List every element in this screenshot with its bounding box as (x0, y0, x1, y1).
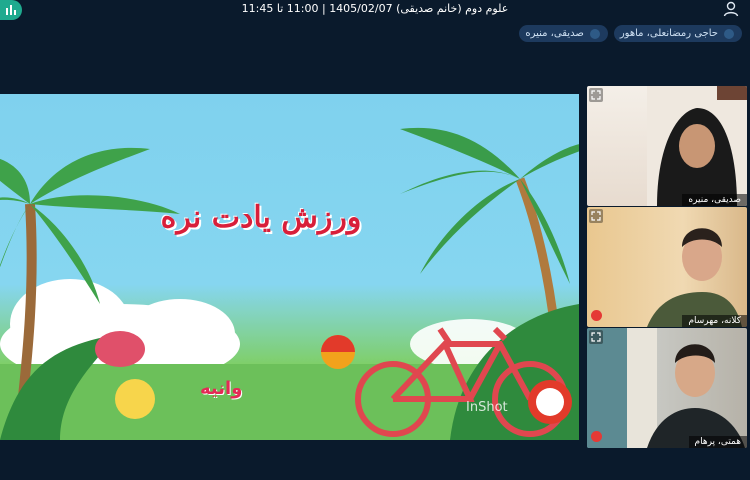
participant-chip-label: صدیقی، منیره (525, 28, 584, 39)
mic-off-icon (591, 431, 602, 442)
expand-icon[interactable] (589, 209, 603, 223)
participant-chip[interactable]: صدیقی، منیره (519, 25, 608, 42)
expand-icon[interactable] (589, 88, 603, 102)
avatar-dot (724, 28, 734, 39)
expand-icon[interactable] (589, 330, 603, 344)
user-icon[interactable] (722, 0, 740, 18)
participant-chips: حاجی رمضانعلی، ماهور صدیقی، منیره (519, 25, 742, 42)
top-bar: علوم دوم (خانم صدیقی) 1405/02/07 | 11:00… (0, 0, 750, 20)
participant-chip-label: حاجی رمضانعلی، ماهور (619, 28, 718, 39)
video-tile[interactable]: کلانه، مهرسام (587, 207, 747, 327)
mic-off-icon (591, 310, 602, 321)
watermark: InShot (466, 400, 508, 415)
banner-text: ورزش یادت نره (160, 200, 362, 235)
session-title: علوم دوم (خانم صدیقی) 1405/02/07 | 11:00… (241, 2, 509, 15)
participant-name: صدیقی، منیره (682, 194, 747, 206)
shared-screen: ورزش یادت نره وانیه InShot (0, 94, 579, 440)
cartoon-scene (0, 127, 579, 440)
scene-label: وانیه (200, 378, 243, 399)
participant-chip[interactable]: حاجی رمضانعلی، ماهور (613, 25, 742, 42)
participant-video (587, 328, 745, 448)
participant-video (647, 228, 742, 327)
avatar-dot (589, 28, 600, 39)
video-tile[interactable]: همتی، پرهام (587, 328, 747, 448)
video-tile[interactable]: صدیقی، منیره (587, 86, 747, 206)
participant-video (647, 86, 747, 206)
participant-name: همتی، پرهام (688, 436, 747, 448)
participant-name: کلانه، مهرسام (682, 315, 747, 327)
